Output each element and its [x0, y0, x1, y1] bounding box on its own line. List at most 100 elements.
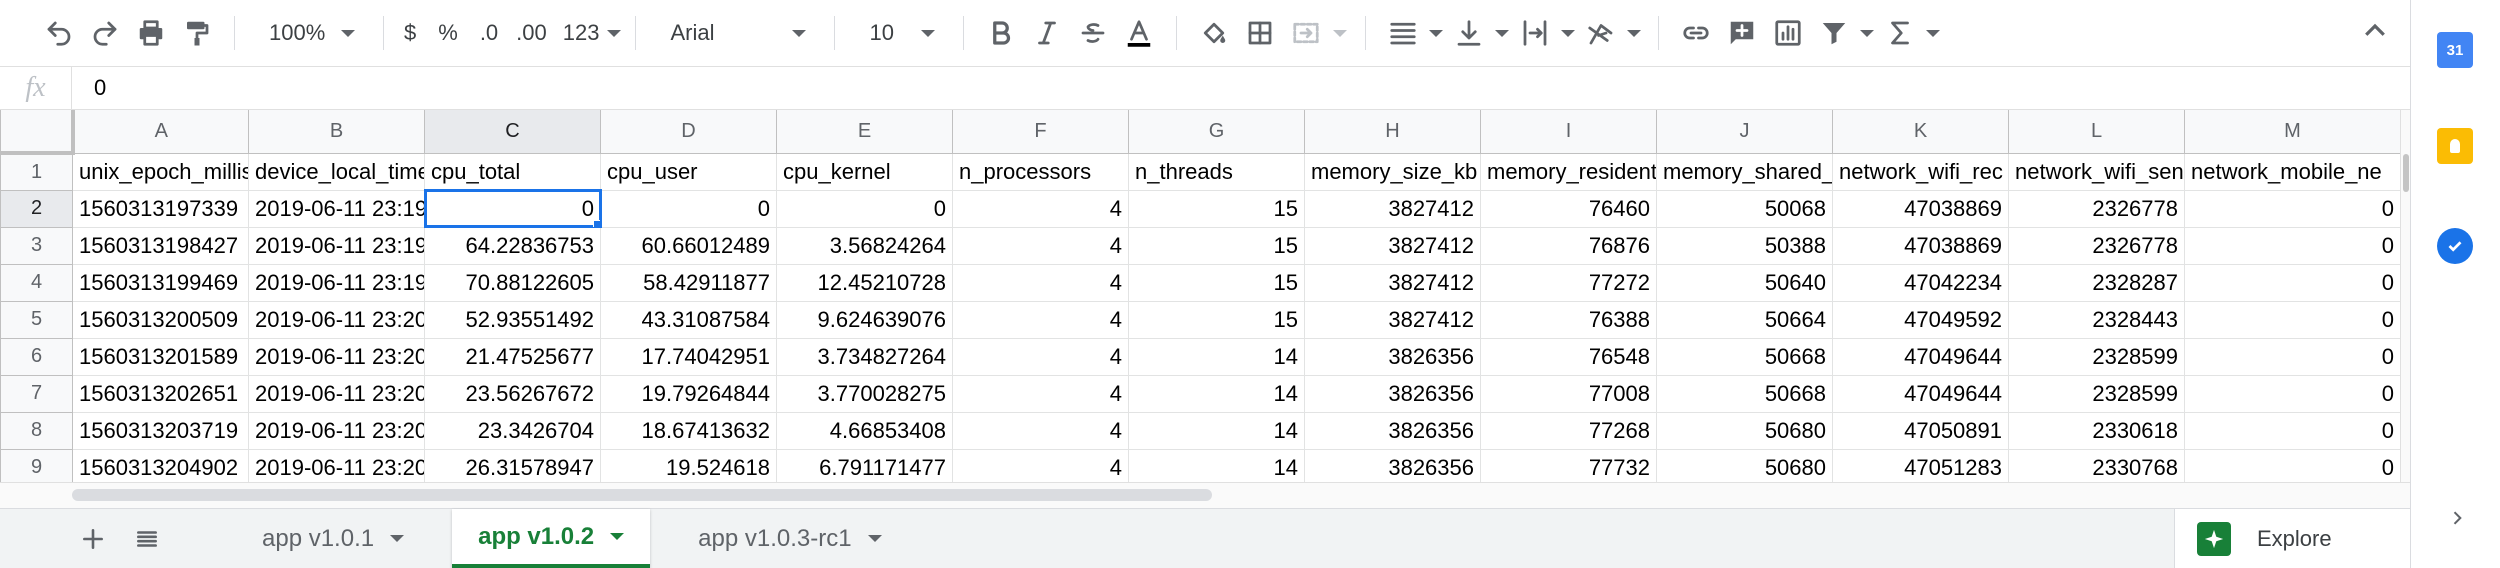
- cell[interactable]: 2326778: [2008, 189, 2185, 228]
- row-header[interactable]: 9: [0, 448, 73, 482]
- filter-dropdown[interactable]: [1857, 9, 1877, 57]
- row-header[interactable]: 7: [0, 374, 73, 413]
- cell[interactable]: network_wifi_sen: [2008, 152, 2185, 191]
- column-header[interactable]: C: [424, 110, 601, 154]
- column-header[interactable]: B: [248, 110, 425, 154]
- vertical-align-icon[interactable]: [1446, 9, 1492, 57]
- cell[interactable]: 60.66012489: [600, 226, 777, 265]
- cell[interactable]: 58.42911877: [600, 263, 777, 302]
- cell[interactable]: 4: [952, 374, 1129, 413]
- add-sheet-icon[interactable]: [66, 509, 120, 568]
- column-header[interactable]: H: [1304, 110, 1481, 154]
- cell[interactable]: n_threads: [1128, 152, 1305, 191]
- bold-icon[interactable]: [978, 9, 1024, 57]
- cell[interactable]: 0: [600, 189, 777, 228]
- vertical-scrollbar[interactable]: [2400, 110, 2410, 482]
- cell[interactable]: 6.791171477: [776, 448, 953, 482]
- decrease-decimal-button[interactable]: .0: [474, 9, 504, 57]
- cell[interactable]: 9.624639076: [776, 300, 953, 339]
- cell[interactable]: 0: [2184, 300, 2400, 339]
- zoom-select[interactable]: 100%: [249, 9, 369, 57]
- cell[interactable]: 1560313201589: [72, 337, 249, 376]
- increase-decimal-button[interactable]: .00: [510, 9, 553, 57]
- row-header[interactable]: 1: [0, 152, 73, 191]
- sheet-tab[interactable]: app v1.0.2: [452, 509, 651, 568]
- sheet-tab[interactable]: app v1.0.3-rc1: [672, 509, 907, 568]
- text-wrap-dropdown[interactable]: [1558, 9, 1578, 57]
- cell[interactable]: 0: [2184, 411, 2400, 450]
- cell[interactable]: 3826356: [1304, 374, 1481, 413]
- cell[interactable]: cpu_total: [424, 152, 601, 191]
- horizontal-align-icon[interactable]: [1380, 9, 1426, 57]
- cell[interactable]: memory_resident: [1480, 152, 1657, 191]
- row-header[interactable]: 4: [0, 263, 73, 302]
- cell[interactable]: 1560313197339: [72, 189, 249, 228]
- cell[interactable]: 15: [1128, 263, 1305, 302]
- column-header[interactable]: G: [1128, 110, 1305, 154]
- cell[interactable]: 2019-06-11 23:20: [248, 337, 425, 376]
- cell[interactable]: n_processors: [952, 152, 1129, 191]
- cell[interactable]: 50388: [1656, 226, 1833, 265]
- column-header[interactable]: J: [1656, 110, 1833, 154]
- borders-icon[interactable]: [1237, 9, 1283, 57]
- cell[interactable]: 0: [2184, 226, 2400, 265]
- cell[interactable]: 0: [2184, 337, 2400, 376]
- cell[interactable]: network_wifi_rec: [1832, 152, 2009, 191]
- cell[interactable]: 50680: [1656, 411, 1833, 450]
- cell[interactable]: 50668: [1656, 337, 1833, 376]
- select-all-corner[interactable]: [0, 110, 75, 155]
- column-header[interactable]: M: [2184, 110, 2400, 154]
- cell[interactable]: 76876: [1480, 226, 1657, 265]
- cell[interactable]: 76388: [1480, 300, 1657, 339]
- chevron-right-icon[interactable]: [2447, 508, 2467, 528]
- merge-cells-icon[interactable]: [1283, 9, 1329, 57]
- text-wrap-icon[interactable]: [1512, 9, 1558, 57]
- cell[interactable]: network_mobile_ne: [2184, 152, 2400, 191]
- cell[interactable]: 76548: [1480, 337, 1657, 376]
- cell[interactable]: 2328287: [2008, 263, 2185, 302]
- cell[interactable]: 47038869: [1832, 226, 2009, 265]
- cell[interactable]: 77268: [1480, 411, 1657, 450]
- cell[interactable]: device_local_time: [248, 152, 425, 191]
- italic-icon[interactable]: [1024, 9, 1070, 57]
- row-header[interactable]: 2: [0, 189, 73, 228]
- cell[interactable]: 47051283: [1832, 448, 2009, 482]
- cell[interactable]: cpu_kernel: [776, 152, 953, 191]
- cell[interactable]: 3826356: [1304, 337, 1481, 376]
- cell[interactable]: 3827412: [1304, 300, 1481, 339]
- cell[interactable]: 3.56824264: [776, 226, 953, 265]
- cell[interactable]: 52.93551492: [424, 300, 601, 339]
- cell[interactable]: 12.45210728: [776, 263, 953, 302]
- cell[interactable]: 2330768: [2008, 448, 2185, 482]
- cell[interactable]: 2330618: [2008, 411, 2185, 450]
- calendar-icon[interactable]: 31: [2437, 32, 2473, 68]
- currency-format-button[interactable]: $: [398, 9, 422, 57]
- text-rotation-icon[interactable]: [1578, 9, 1624, 57]
- filter-icon[interactable]: [1811, 9, 1857, 57]
- cell[interactable]: unix_epoch_millis: [72, 152, 249, 191]
- column-header[interactable]: E: [776, 110, 953, 154]
- sheet-tab[interactable]: app v1.0.1: [236, 509, 430, 568]
- all-sheets-menu-icon[interactable]: [120, 509, 174, 568]
- column-header[interactable]: D: [600, 110, 777, 154]
- cell[interactable]: 26.31578947: [424, 448, 601, 482]
- cell[interactable]: 1560313200509: [72, 300, 249, 339]
- horizontal-align-dropdown[interactable]: [1426, 9, 1446, 57]
- cell[interactable]: 2019-06-11 23:20: [248, 411, 425, 450]
- cell[interactable]: 77008: [1480, 374, 1657, 413]
- cell[interactable]: 1560313203719: [72, 411, 249, 450]
- cell[interactable]: 23.56267672: [424, 374, 601, 413]
- cell[interactable]: 2328443: [2008, 300, 2185, 339]
- cell[interactable]: 4: [952, 300, 1129, 339]
- column-header[interactable]: L: [2008, 110, 2185, 154]
- cell[interactable]: 2019-06-11 23:19: [248, 189, 425, 228]
- chevron-down-icon[interactable]: [390, 535, 405, 542]
- chevron-up-icon[interactable]: [2360, 16, 2390, 46]
- cell[interactable]: 19.524618: [600, 448, 777, 482]
- cell[interactable]: 4.66853408: [776, 411, 953, 450]
- cell[interactable]: 3.770028275: [776, 374, 953, 413]
- row-header[interactable]: 6: [0, 337, 73, 376]
- cell[interactable]: 14: [1128, 448, 1305, 482]
- cell[interactable]: 3.734827264: [776, 337, 953, 376]
- print-icon[interactable]: [128, 9, 174, 57]
